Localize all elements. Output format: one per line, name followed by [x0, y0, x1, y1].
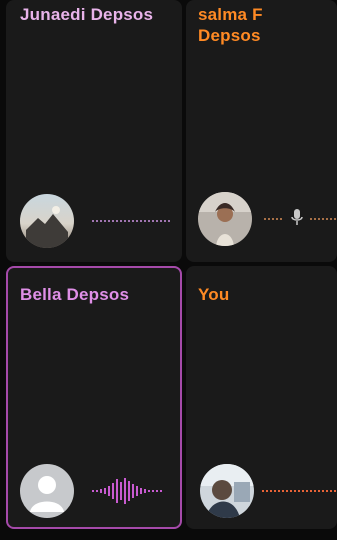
participant-tile-self[interactable]: You: [186, 266, 337, 529]
participant-avatar: [200, 464, 254, 518]
audio-dotline: [264, 218, 284, 220]
muted-mic-icon: [290, 207, 304, 232]
participant-tile[interactable]: Junaedi Depsos: [6, 0, 182, 262]
audio-level-indicator: [264, 204, 337, 234]
participant-tile-active[interactable]: Bella Depsos: [6, 266, 182, 529]
participant-name: Junaedi Depsos: [20, 5, 154, 24]
audio-waveform: [92, 476, 170, 506]
participant-name: salma F Depsos: [198, 5, 263, 45]
default-avatar-icon: [20, 464, 74, 518]
audio-dotline: [92, 220, 170, 222]
audio-dotline: [310, 218, 337, 220]
participant-name: Bella Depsos: [20, 285, 130, 304]
participant-avatar: [198, 192, 252, 246]
participant-tile[interactable]: salma F Depsos: [186, 0, 337, 262]
participant-name: You: [198, 285, 230, 304]
audio-level-indicator: [92, 206, 170, 236]
audio-dotline: [262, 490, 337, 492]
audio-level-indicator: [262, 476, 337, 506]
participant-avatar: [20, 194, 74, 248]
participant-grid: Junaedi Depsos salma F Depsos Bella Deps…: [0, 0, 337, 540]
